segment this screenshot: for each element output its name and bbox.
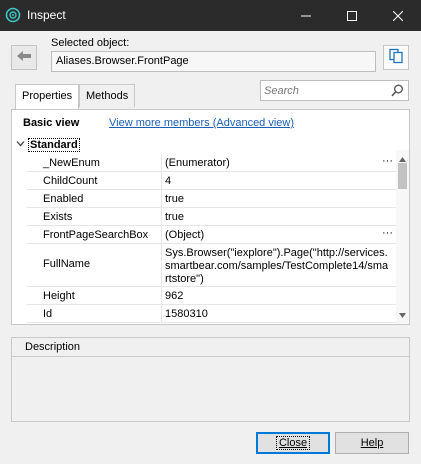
- selected-object-label: Selected object:: [51, 37, 130, 49]
- property-value[interactable]: true: [165, 193, 389, 206]
- property-row-id[interactable]: Id 1580310: [27, 305, 396, 323]
- tab-methods[interactable]: Methods: [79, 84, 136, 107]
- description-panel: Description: [11, 337, 410, 422]
- category-row-standard[interactable]: Standard: [12, 136, 396, 154]
- basic-view-label: Basic view: [23, 117, 80, 129]
- close-button-label: Close: [275, 436, 311, 450]
- search-input[interactable]: [261, 81, 386, 100]
- property-name: Exists: [27, 208, 162, 225]
- property-value[interactable]: 962: [165, 290, 389, 303]
- property-row-enabled[interactable]: Enabled true: [27, 190, 396, 208]
- search-icon[interactable]: [391, 84, 404, 100]
- scroll-down-icon[interactable]: [399, 309, 406, 321]
- property-value[interactable]: (Object): [165, 229, 389, 242]
- chevron-down-icon[interactable]: [16, 139, 25, 151]
- property-row-frontpagesearchbox[interactable]: FrontPageSearchBox (Object) ···: [27, 226, 396, 244]
- selected-object-field[interactable]: Aliases.Browser.FrontPage: [51, 51, 376, 72]
- help-button[interactable]: Help: [335, 432, 409, 454]
- title-bar: Inspect: [0, 0, 421, 31]
- property-row-childcount[interactable]: ChildCount 4: [27, 172, 396, 190]
- description-header: Description: [12, 338, 409, 357]
- property-row-height[interactable]: Height 962: [27, 287, 396, 305]
- tab-properties[interactable]: Properties: [15, 84, 80, 110]
- ellipsis-button[interactable]: ···: [382, 155, 393, 167]
- property-value[interactable]: 1580310: [165, 308, 389, 321]
- property-name: Enabled: [27, 190, 162, 207]
- scrollbar-thumb[interactable]: [398, 163, 407, 189]
- property-name: ChildCount: [27, 172, 162, 189]
- property-value[interactable]: true: [165, 211, 389, 224]
- vertical-scrollbar[interactable]: [396, 150, 409, 324]
- property-grid: _NewEnum (Enumerator) ··· ChildCount 4 E…: [27, 154, 396, 323]
- property-row-newenum[interactable]: _NewEnum (Enumerator) ···: [27, 154, 396, 172]
- property-row-exists[interactable]: Exists true: [27, 208, 396, 226]
- property-name: FullName: [27, 244, 162, 286]
- search-box[interactable]: [260, 80, 409, 101]
- copy-icon: [388, 48, 404, 67]
- property-name: Height: [27, 287, 162, 304]
- advanced-view-link[interactable]: View more members (Advanced view): [109, 117, 294, 129]
- help-button-label: Help: [360, 437, 384, 449]
- close-window-button[interactable]: [375, 0, 421, 31]
- back-button[interactable]: [11, 45, 37, 70]
- category-label: Standard: [28, 138, 80, 152]
- property-value[interactable]: Sys.Browser("iexplore").Page("http://ser…: [165, 247, 389, 286]
- maximize-button[interactable]: [329, 0, 375, 31]
- arrow-left-icon: [16, 50, 32, 65]
- ellipsis-button[interactable]: ···: [382, 227, 393, 239]
- close-button[interactable]: Close: [256, 432, 330, 454]
- minimize-button[interactable]: [283, 0, 329, 31]
- copy-button[interactable]: [383, 45, 409, 70]
- property-row-fullname[interactable]: FullName Sys.Browser("iexplore").Page("h…: [27, 244, 396, 287]
- inspect-app-icon: [5, 7, 21, 23]
- property-value[interactable]: (Enumerator): [165, 157, 389, 170]
- property-name: FrontPageSearchBox: [27, 226, 162, 243]
- properties-panel: Basic view View more members (Advanced v…: [11, 109, 410, 325]
- property-name: _NewEnum: [27, 154, 162, 171]
- property-name: Id: [27, 305, 162, 322]
- window-title: Inspect: [27, 8, 66, 22]
- property-value[interactable]: 4: [165, 175, 389, 188]
